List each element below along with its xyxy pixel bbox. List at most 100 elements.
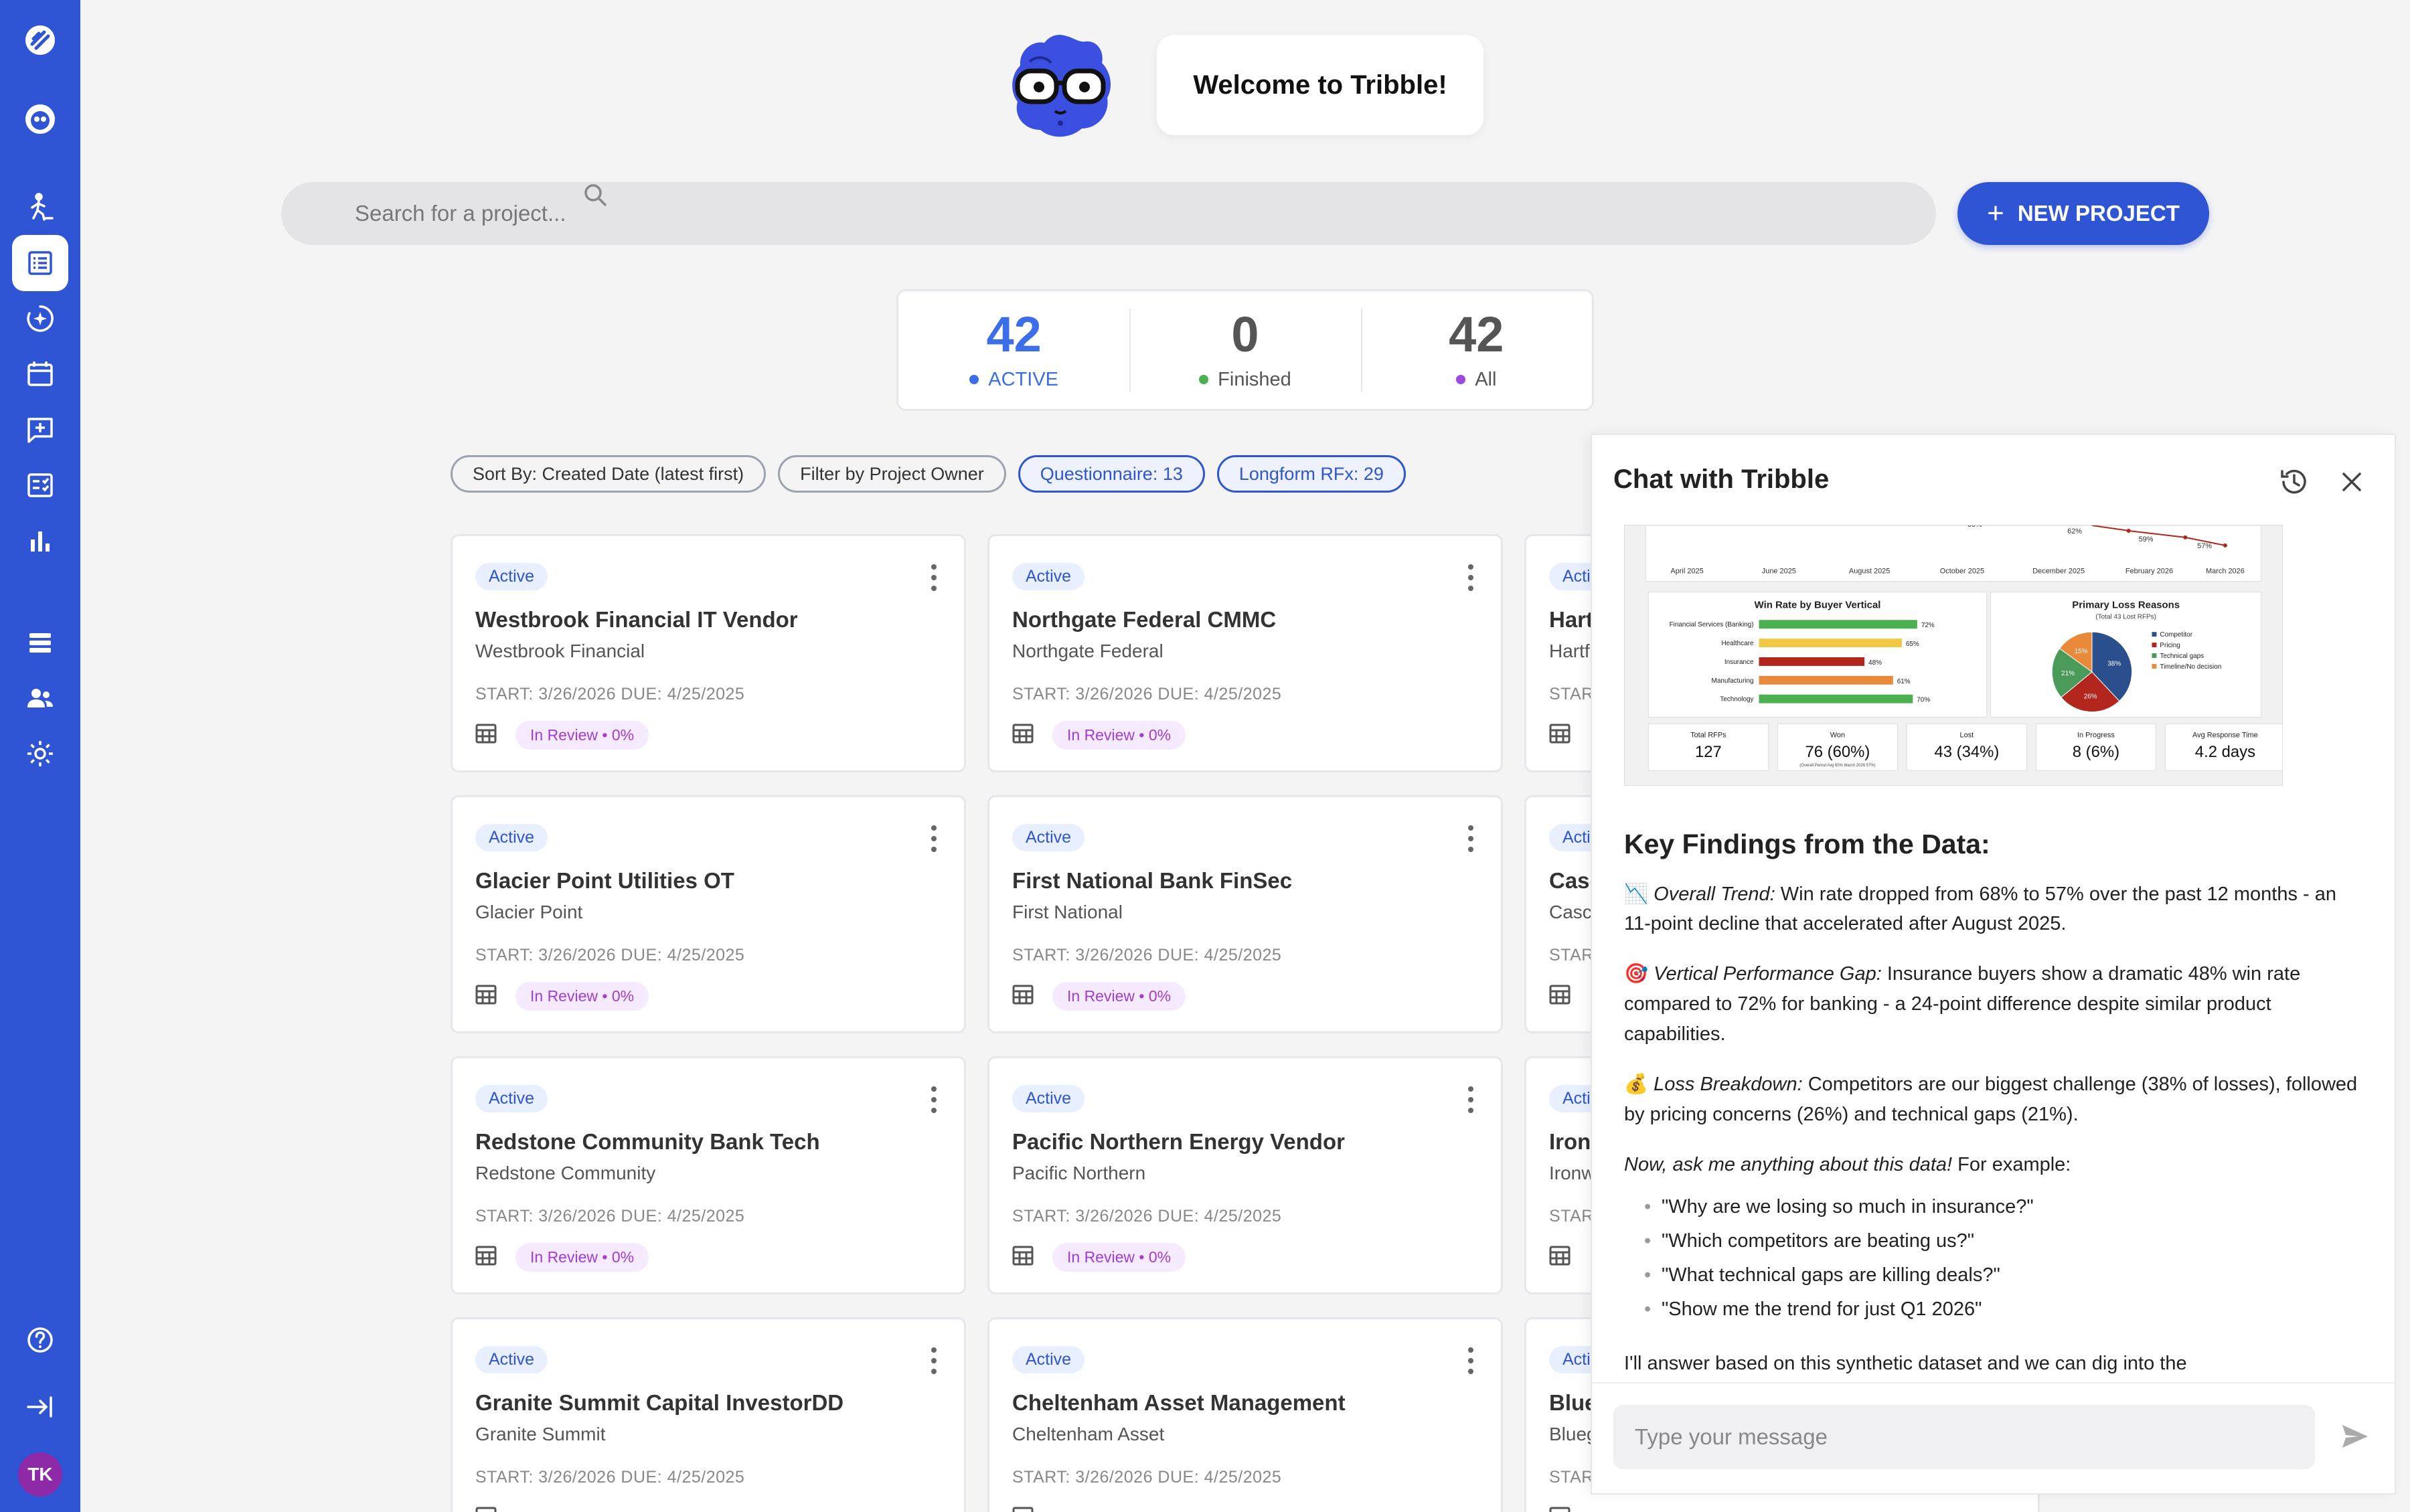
project-client: Casc — [1549, 902, 1592, 922]
loss-legend-swatch — [2152, 643, 2157, 648]
collapse-sidebar-icon[interactable] — [12, 1379, 68, 1435]
review-status: In Review • 0% — [515, 982, 649, 1011]
project-card[interactable]: Active Granite Summit Capital InvestorDD G… — [451, 1317, 966, 1512]
history-icon[interactable] — [2278, 466, 2310, 498]
project-card[interactable]: Active Westbrook Financial IT Vendor Westb… — [451, 534, 966, 772]
ask-label: Now, ask me anything about this data! — [1624, 1154, 1953, 1176]
trend-x-label: March 2026 — [2206, 568, 2245, 576]
vertical-bar — [1759, 657, 1865, 666]
owner-filter-button[interactable]: Filter by Project Owner — [778, 455, 1006, 493]
project-stats: 42 ACTIVE 0 Finished 42 All — [896, 289, 1594, 411]
loss-legend-label: Competitor — [2160, 631, 2192, 639]
kpi-value: 127 — [1695, 743, 1722, 761]
kpi-value: 76 (60%) — [1805, 743, 1870, 761]
project-client: Ironw — [1549, 1163, 1595, 1183]
finished-dot — [1199, 375, 1209, 384]
more-options-icon[interactable] — [931, 564, 937, 591]
kpi-value: 43 (34%) — [1934, 743, 1999, 761]
trend-point-label: 65% — [1967, 525, 1982, 529]
loss-slice-label: 15% — [2075, 648, 2088, 655]
status-badge: Active — [475, 1346, 548, 1373]
status-badge: Active — [475, 1085, 548, 1112]
help-icon[interactable] — [12, 1312, 68, 1368]
project-client: Westbrook Financial — [475, 641, 645, 661]
table-icon — [1012, 985, 1034, 1005]
loss-legend-swatch — [2152, 663, 2157, 669]
database-list-icon[interactable] — [12, 614, 68, 671]
loss-slice-label: 26% — [2084, 693, 2097, 701]
projects-list-icon[interactable] — [12, 235, 68, 291]
chat-message-input[interactable] — [1613, 1405, 2315, 1469]
assistant-avatar-icon[interactable] — [12, 91, 68, 147]
checklist-icon[interactable] — [12, 457, 68, 513]
user-avatar[interactable]: TK — [18, 1452, 62, 1497]
vertical-label: Healthcare — [1721, 640, 1754, 647]
review-status: In Review • 0% — [515, 1243, 649, 1272]
project-card[interactable]: Active Redstone Community Bank Tech Redsto… — [451, 1056, 966, 1294]
team-users-icon[interactable] — [12, 670, 68, 726]
sidebar: TK — [0, 0, 80, 1512]
questionnaire-filter[interactable]: Questionnaire: 13 — [1018, 455, 1205, 493]
project-card[interactable]: Active Northgate Federal CMMC Northgate Fe… — [987, 534, 1503, 772]
new-project-button[interactable]: + NEW PROJECT — [1957, 182, 2209, 245]
project-card[interactable]: Active First National Bank FinSec First Na… — [987, 795, 1503, 1033]
vertical-value: 61% — [1897, 678, 1911, 685]
table-icon — [1012, 724, 1034, 744]
example-question: "Show me the trend for just Q1 2026" — [1644, 1294, 2367, 1325]
project-dates: START: 3/26/2026 DUE: 4/25/2025 — [1012, 1207, 1282, 1226]
longform-filter[interactable]: Longform RFx: 29 — [1216, 455, 1406, 493]
project-card[interactable]: Active Glacier Point Utilities OT Glacier … — [451, 795, 966, 1033]
settings-gear-icon[interactable] — [12, 726, 68, 782]
table-icon — [475, 985, 497, 1005]
project-client: Granite Summit — [475, 1424, 606, 1444]
more-options-icon[interactable] — [1467, 564, 1474, 591]
vertical-title: Win Rate by Buyer Vertical — [1755, 599, 1881, 610]
plus-icon: + — [1987, 197, 2004, 230]
stat-active[interactable]: 42 ACTIVE — [898, 291, 1129, 409]
calendar-icon[interactable] — [12, 346, 68, 402]
stat-all[interactable]: 42 All — [1360, 291, 1592, 409]
finding-1-label: Overall Trend: — [1654, 883, 1775, 905]
more-options-icon[interactable] — [1467, 1347, 1474, 1374]
more-options-icon[interactable] — [931, 1086, 937, 1113]
trend-point-label: 57% — [2197, 542, 2212, 550]
project-client: Northgate Federal — [1012, 641, 1163, 661]
closing-text: I'll answer based on this synthetic data… — [1624, 1352, 2187, 1374]
project-dates: STAR — [1549, 946, 1594, 964]
more-options-icon[interactable] — [931, 1347, 937, 1374]
more-options-icon[interactable] — [931, 825, 937, 852]
trend-point-label: 62% — [2067, 527, 2082, 535]
more-options-icon[interactable] — [1467, 1086, 1474, 1113]
vertical-value: 70% — [1917, 697, 1930, 704]
add-comment-icon[interactable] — [12, 402, 68, 458]
more-options-icon[interactable] — [1467, 825, 1474, 852]
project-title: Cheltenham Asset Management — [1012, 1390, 1346, 1415]
chat-message: Key Findings from the Data: 📉 Overall Tr… — [1624, 823, 2367, 1399]
vertical-value: 48% — [1868, 659, 1882, 667]
analytics-bar-icon[interactable] — [12, 513, 68, 569]
tribble-logo-icon[interactable] — [12, 12, 68, 68]
project-search-bar[interactable] — [281, 182, 1936, 245]
project-client: Glacier Point — [475, 902, 583, 922]
loss-legend-label: Technical gaps — [2160, 653, 2204, 660]
kpi-label: Avg Response Time — [2192, 731, 2258, 739]
vertical-bar — [1759, 675, 1893, 685]
trend-x-label: June 2025 — [1762, 568, 1796, 576]
loss-legend-label: Timeline/No decision — [2160, 663, 2221, 671]
kpi-label: Won — [1830, 731, 1845, 739]
ai-sparkle-icon[interactable] — [12, 290, 68, 347]
sort-button[interactable]: Sort By: Created Date (latest first) — [451, 455, 767, 493]
project-card[interactable]: Active Pacific Northern Energy Vendor Paci… — [987, 1056, 1503, 1294]
chat-title: Chat with Tribble — [1613, 465, 1830, 494]
ask-text: For example: — [1952, 1154, 2071, 1176]
status-badge: Active — [475, 824, 548, 851]
stat-finished[interactable]: 0 Finished — [1129, 291, 1360, 409]
send-icon[interactable] — [2340, 1421, 2371, 1452]
stat-active-label: ACTIVE — [988, 368, 1059, 390]
close-icon[interactable] — [2338, 469, 2365, 495]
onboarding-walk-icon[interactable] — [12, 179, 68, 236]
trend-x-label: December 2025 — [2032, 568, 2085, 576]
review-status: In Review • 0% — [1052, 1243, 1186, 1272]
project-card[interactable]: Active Cheltenham Asset Management Chelten… — [987, 1317, 1503, 1512]
money-emoji-icon: 💰 — [1624, 1074, 1649, 1096]
